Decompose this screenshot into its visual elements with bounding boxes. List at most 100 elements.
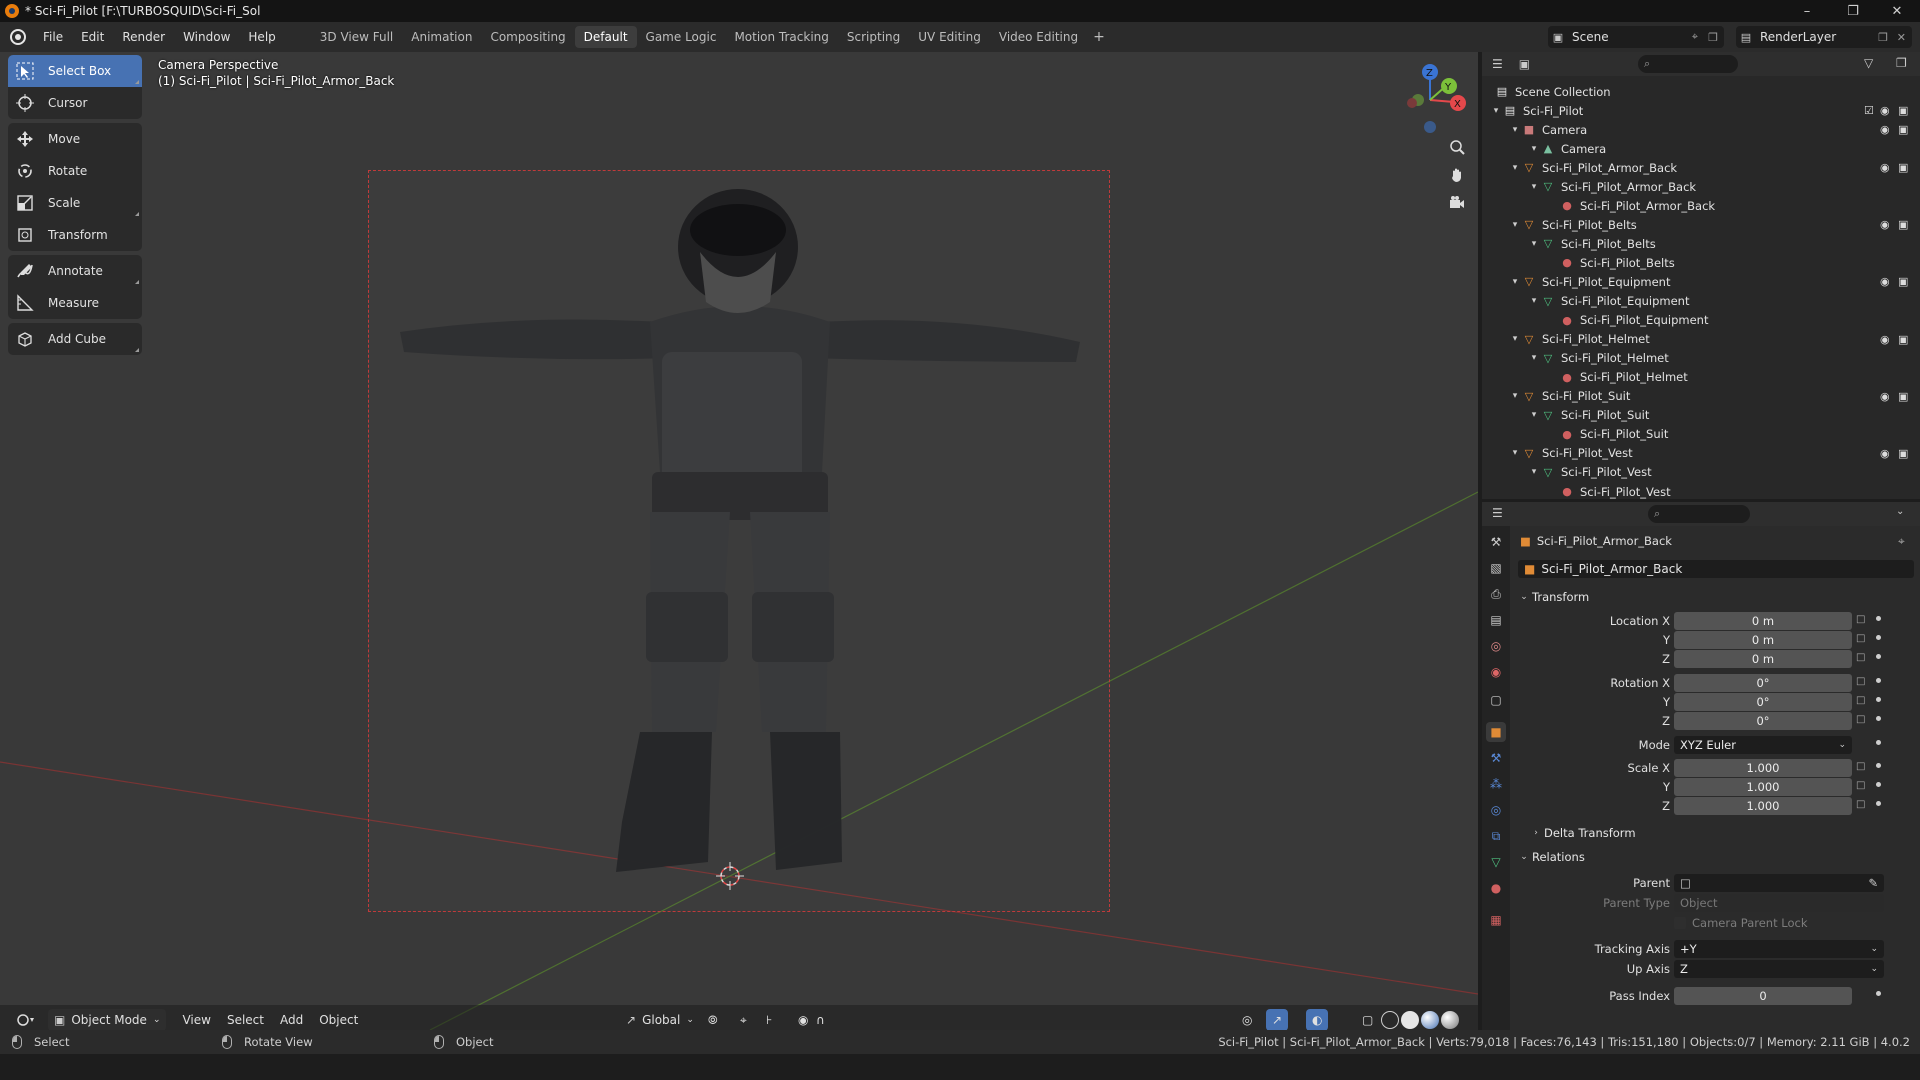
tool-add-cube[interactable]: Add Cube [8,323,142,355]
eye-icon[interactable]: ◉ [1880,218,1890,231]
expand-triangle-icon[interactable]: ▾ [1528,144,1540,154]
menu-render[interactable]: Render [113,22,174,52]
menu-view[interactable]: View [174,1013,218,1027]
delta-transform-panel-header[interactable]: › Delta Transform [1524,822,1920,844]
scene-tab-icon[interactable]: ◎ [1486,636,1506,656]
outliner-row[interactable]: ● Sci-Fi_Pilot_Helmet [1482,368,1920,387]
object-tab-icon[interactable]: ■ [1486,722,1506,742]
eye-icon[interactable]: ◉ [1880,333,1890,346]
parent-field[interactable]: □ ✎ [1674,874,1884,892]
new-scene-icon[interactable]: ❐ [1708,31,1718,44]
expand-triangle-icon[interactable]: ▾ [1509,391,1521,401]
tab-3d-view-full[interactable]: 3D View Full [311,26,403,48]
eye-icon[interactable]: ◉ [1880,161,1890,174]
menu-object[interactable]: Object [311,1013,366,1027]
outliner-row[interactable]: ▾ ▽ Sci-Fi_Pilot_Suit ◉ ▣ [1482,387,1920,406]
tab-game-logic[interactable]: Game Logic [637,26,726,48]
collection-tab-icon[interactable]: ▢ [1486,690,1506,710]
pin-icon[interactable]: ⌖ [1692,30,1698,44]
minimize-icon[interactable]: – [1784,0,1830,22]
pin-icon[interactable]: ⌖ [1898,534,1905,549]
tab-animation[interactable]: Animation [402,26,481,48]
expand-triangle-icon[interactable]: ▾ [1509,448,1521,458]
lock-icon[interactable]: □ [1856,676,1865,687]
rotation-y-field[interactable]: 0° [1674,693,1852,711]
solid-shading-icon[interactable] [1401,1011,1419,1029]
view-layer-tab-icon[interactable]: ▤ [1486,610,1506,630]
lock-icon[interactable]: □ [1856,652,1865,663]
object-mode-dropdown[interactable]: ▣ Object Mode ⌄ [48,1009,167,1031]
xray-toggle-icon[interactable]: ▢ [1356,1009,1379,1031]
menu-select[interactable]: Select [219,1013,272,1027]
tool-move[interactable]: Move [8,123,142,155]
falloff-icon[interactable]: ∩ [810,1009,831,1031]
rendered-shading-icon[interactable] [1441,1011,1459,1029]
snap-icon[interactable]: ⌖ [734,1009,753,1031]
tab-motion-tracking[interactable]: Motion Tracking [725,26,837,48]
remove-layer-icon[interactable]: ✕ [1897,31,1906,44]
outliner-row[interactable]: ▾ ▽ Sci-Fi_Pilot_Belts ◉ ▣ [1482,215,1920,234]
outliner-row[interactable]: ▾ ▽ Sci-Fi_Pilot_Belts [1482,234,1920,253]
overlays-toggle-icon[interactable]: ◐ [1306,1009,1329,1031]
lock-icon[interactable]: □ [1856,799,1865,810]
restore-icon[interactable]: ❐ [1830,0,1876,22]
outliner-row[interactable]: ● Sci-Fi_Pilot_Suit [1482,425,1920,444]
render-layer-selector[interactable]: ▤ RenderLayer ❐ ✕ [1736,26,1912,48]
tab-scripting[interactable]: Scripting [838,26,909,48]
render-camera-icon[interactable]: ▣ [1898,123,1908,136]
pass-index-field[interactable]: 0 [1674,987,1852,1005]
eye-icon[interactable]: ◉ [1880,390,1890,403]
outliner-row[interactable]: ● Sci-Fi_Pilot_Equipment [1482,311,1920,330]
pivot-point-icon[interactable]: ⦾ [702,1009,724,1031]
tool-annotate[interactable]: Annotate [8,255,142,287]
lock-icon[interactable]: □ [1856,695,1865,706]
outliner-row[interactable]: ▾ ▽ Sci-Fi_Pilot_Vest ◉ ▣ [1482,444,1920,463]
outliner-row[interactable]: ▾ ■ Camera ◉ ▣ [1482,120,1920,139]
location-y-field[interactable]: 0 m [1674,631,1852,649]
navigation-gizmo[interactable]: Z X Y [1390,56,1470,140]
texture-tab-icon[interactable]: ▦ [1486,910,1506,930]
render-camera-icon[interactable]: ▣ [1898,275,1908,288]
tool-scale[interactable]: Scale [8,187,142,219]
data-tab-icon[interactable]: ▽ [1486,852,1506,872]
render-camera-icon[interactable]: ▣ [1898,333,1908,346]
tool-rotate[interactable]: Rotate [8,155,142,187]
expand-triangle-icon[interactable]: ▾ [1490,106,1502,116]
outliner-row[interactable]: ● Sci-Fi_Pilot_Armor_Back [1482,196,1920,215]
outliner-row[interactable]: ▾ ▽ Sci-Fi_Pilot_Vest [1482,463,1920,482]
visibility-icon[interactable]: ◎ [1236,1009,1258,1031]
render-camera-icon[interactable]: ▣ [1898,161,1908,174]
constraints-tab-icon[interactable]: ⧉ [1486,826,1506,846]
chevron-down-icon[interactable]: ⌄ [1896,506,1904,517]
tab-default[interactable]: Default [574,26,637,48]
expand-triangle-icon[interactable]: ▾ [1509,163,1521,173]
camera-view-icon[interactable] [1446,192,1468,214]
tool-measure[interactable]: Measure [8,287,142,319]
menu-window[interactable]: Window [174,22,239,52]
expand-triangle-icon[interactable]: ▾ [1528,410,1540,420]
editor-type-icon[interactable] [10,1009,42,1031]
outliner-search-input[interactable]: ⌕ [1638,55,1738,73]
rotation-x-field[interactable]: 0° [1674,674,1852,692]
menu-file[interactable]: File [34,22,72,52]
display-mode-icon[interactable]: ▣ [1519,57,1530,71]
filter-icon[interactable]: ▽ [1864,56,1873,70]
outliner-row[interactable]: ▾ ▽ Sci-Fi_Pilot_Helmet [1482,349,1920,368]
location-z-field[interactable]: 0 m [1674,650,1852,668]
transform-panel-header[interactable]: ⌄ Transform [1512,586,1920,608]
lock-icon[interactable]: □ [1856,780,1865,791]
expand-triangle-icon[interactable]: ▾ [1528,182,1540,192]
material-shading-icon[interactable] [1421,1011,1439,1029]
parent-type-dropdown[interactable]: Object [1674,894,1884,912]
expand-triangle-icon[interactable]: ▾ [1509,334,1521,344]
3d-viewport[interactable]: Camera Perspective (1) Sci-Fi_Pilot | Sc… [0,52,1478,1030]
scene-selector[interactable]: ▣ Scene ⌖ ❐ [1548,26,1724,48]
expand-triangle-icon[interactable]: ▾ [1528,353,1540,363]
new-layer-icon[interactable]: ❐ [1878,31,1888,44]
object-name-field[interactable]: ■ Sci-Fi_Pilot_Armor_Back [1518,560,1914,578]
outliner-row[interactable]: ● Sci-Fi_Pilot_Vest [1482,482,1920,501]
outliner-row[interactable]: ● Sci-Fi_Pilot_Belts [1482,253,1920,272]
render-tab-icon[interactable]: ▧ [1486,558,1506,578]
render-camera-icon[interactable]: ▣ [1898,104,1908,117]
expand-triangle-icon[interactable]: ▾ [1528,467,1540,477]
